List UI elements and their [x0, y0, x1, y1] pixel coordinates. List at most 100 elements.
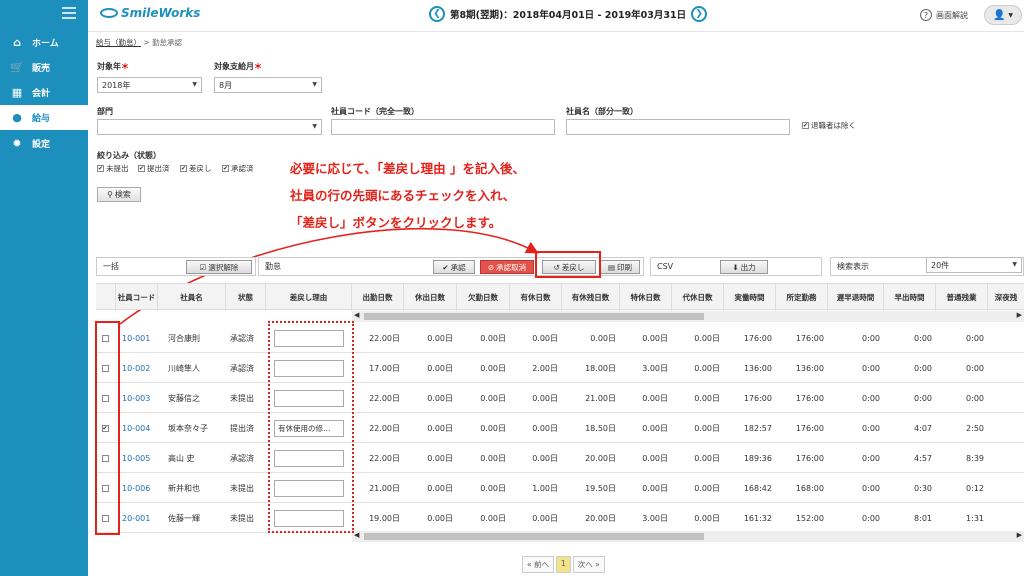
prev-page-button[interactable]: « 前へ: [522, 556, 554, 573]
value-cell: 0.00日: [694, 513, 720, 523]
header-col: 深夜残: [994, 293, 1018, 302]
employee-name: 高山 史: [168, 453, 195, 463]
value-cell: 0.00日: [480, 453, 506, 463]
table-row: 10-006 新井和也 未提出 21.00日 0.00日 0.00日 1.00日 19.50日…: [96, 473, 1024, 503]
header-col: 普通残業: [936, 284, 988, 311]
table-row: 20-001 佐藤一輝 未提出 19.00日 0.00日 0.00日 0.00日 20.00日…: [96, 503, 1024, 533]
horizontal-scrollbar-top[interactable]: ◀ ▶: [352, 311, 1024, 322]
header-col: 特休日数: [620, 284, 672, 311]
value-cell: 0:00: [862, 453, 880, 463]
employee-code-link[interactable]: 10-002: [122, 353, 162, 383]
value-cell: 0.00日: [480, 393, 506, 403]
value-cell: 0.00日: [480, 363, 506, 373]
status-cell: 承認済: [230, 453, 254, 463]
header-col: 所定勤務: [776, 284, 828, 311]
next-page-button[interactable]: 次へ »: [572, 556, 605, 573]
value-cell: 0.00日: [694, 423, 720, 433]
value-cell: 0:00: [914, 333, 932, 343]
printer-icon: ▤: [607, 262, 616, 272]
checkbox-highlight: [95, 321, 120, 535]
value-cell: 0.00日: [427, 333, 453, 343]
header-col: 有休日数: [510, 284, 562, 311]
employee-code-link[interactable]: 10-003: [122, 383, 162, 413]
header-checkbox-col: [96, 284, 116, 311]
value-cell: 0:00: [862, 513, 880, 523]
value-cell: 0.00日: [480, 423, 506, 433]
employee-code-link[interactable]: 20-001: [122, 503, 162, 533]
employee-code-link[interactable]: 10-001: [122, 323, 162, 353]
header-col: 早出時間: [884, 284, 936, 311]
table-row: 10-005 高山 史 承認済 22.00日 0.00日 0.00日 0.00日 20.00日…: [96, 443, 1024, 473]
approve-button[interactable]: ✔ 承認: [433, 260, 475, 274]
value-cell: 0:00: [966, 333, 984, 343]
select-release-button[interactable]: ☑ 選択解除: [186, 260, 252, 274]
table-header: 社員コード 社員名 状態 差戻し理由 出勤日数 休出日数 欠勤日数 有休日数 有…: [96, 283, 1024, 311]
scroll-left-icon: ◀: [354, 311, 360, 319]
print-button[interactable]: ▤ 印刷: [600, 260, 640, 274]
table-row: 10-003 安藤信之 未提出 22.00日 0.00日 0.00日 0.00日 21.00日…: [96, 383, 1024, 413]
value-cell: 152:00: [795, 513, 824, 523]
status-cell: 提出済: [230, 423, 254, 433]
status-cell: 承認済: [230, 363, 254, 373]
value-cell: 136:00: [743, 363, 772, 373]
value-cell: 0.00日: [642, 333, 668, 343]
value-cell: 0:00: [914, 363, 932, 373]
current-page[interactable]: 1: [555, 556, 571, 573]
value-cell: 4:07: [914, 423, 932, 433]
horizontal-scrollbar-bottom[interactable]: ◀ ▶: [352, 531, 1024, 542]
cancel-approve-button[interactable]: ⊘ 承認取消: [480, 260, 534, 274]
value-cell: 3.00日: [642, 363, 668, 373]
check-icon: ✔: [442, 262, 449, 272]
value-cell: 161:32: [743, 513, 772, 523]
value-cell: 0.00日: [642, 453, 668, 463]
value-cell: 0:00: [862, 423, 880, 433]
header-col: 社員コード: [116, 284, 158, 311]
value-cell: 22.00日: [369, 333, 400, 343]
table-row: 10-002 川崎隼人 承認済 17.00日 0.00日 0.00日 2.00日 18.00日…: [96, 353, 1024, 383]
value-cell: 0.00日: [694, 393, 720, 403]
value-cell: 21.00日: [585, 393, 616, 403]
value-cell: 22.00日: [369, 393, 400, 403]
table-row: 10-001 河合康則 承認済 22.00日 0.00日 0.00日 0.00日 0.00日 0…: [96, 323, 1024, 353]
value-cell: 176:00: [743, 333, 772, 343]
send-back-highlight: [535, 251, 601, 278]
value-cell: 0.00日: [427, 453, 453, 463]
employee-name: 佐藤一輝: [168, 513, 200, 523]
value-cell: 8:39: [966, 453, 984, 463]
value-cell: 0.00日: [694, 333, 720, 343]
value-cell: 20.00日: [585, 453, 616, 463]
value-cell: 0:00: [966, 363, 984, 373]
scroll-right-icon: ▶: [1016, 311, 1022, 319]
header-col: 状態: [226, 284, 266, 311]
employee-code-link[interactable]: 10-006: [122, 473, 162, 503]
display-count-select[interactable]: 20件 ▼: [926, 257, 1022, 273]
export-button[interactable]: ⬇ 出力: [720, 260, 768, 274]
header-col: 休出日数: [404, 284, 457, 311]
status-cell: 未提出: [230, 483, 254, 493]
scroll-thumb: [364, 313, 704, 320]
scroll-left-icon: ◀: [354, 531, 360, 539]
employee-code-link[interactable]: 10-005: [122, 443, 162, 473]
header-col: 実働時間: [724, 284, 776, 311]
scroll-right-icon: ▶: [1016, 531, 1022, 539]
header-col: 社員名: [158, 284, 226, 311]
value-cell: 0.00日: [427, 423, 453, 433]
header-col: 出勤日数: [352, 284, 404, 311]
value-cell: 0.00日: [427, 513, 453, 523]
value-cell: 2.00日: [532, 363, 558, 373]
employee-name: 坂本奈々子: [168, 423, 208, 433]
value-cell: 4:57: [914, 453, 932, 463]
value-cell: 189:36: [743, 453, 772, 463]
value-cell: 19.50日: [585, 483, 616, 493]
value-cell: 136:00: [795, 363, 824, 373]
table-row: ✔ 10-004 坂本奈々子 提出済 有休使用の修… 22.00日 0.00日 0.00日 0.…: [96, 413, 1024, 443]
header-col: 欠勤日数: [457, 284, 510, 311]
employee-code-link[interactable]: 10-004: [122, 413, 162, 443]
value-cell: 0.00日: [427, 363, 453, 373]
value-cell: 18.00日: [585, 363, 616, 373]
value-cell: 0:00: [914, 393, 932, 403]
value-cell: 0:00: [862, 393, 880, 403]
value-cell: 19.00日: [369, 513, 400, 523]
header-col: 差戻し理由: [266, 284, 352, 311]
value-cell: 0.00日: [642, 393, 668, 403]
